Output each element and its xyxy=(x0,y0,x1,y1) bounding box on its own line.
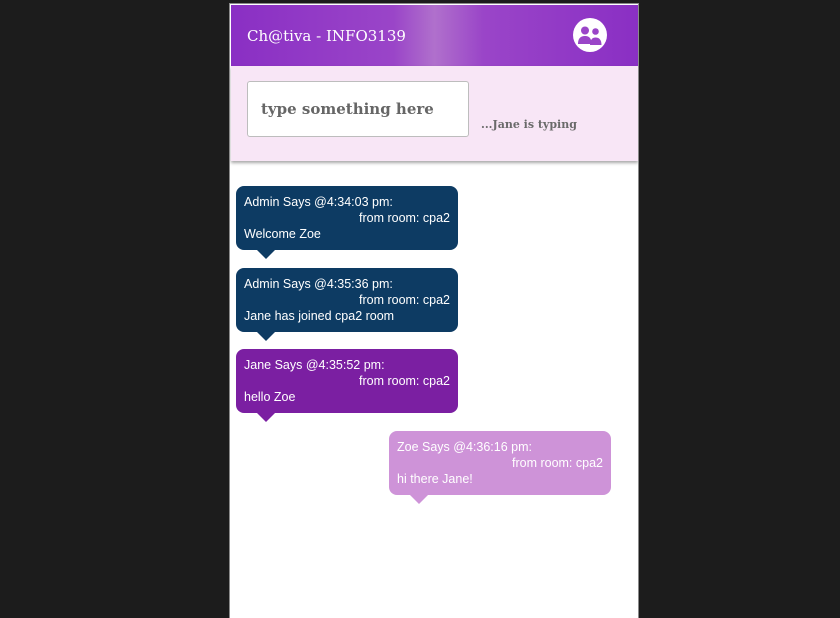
message-room: from room: cpa2 xyxy=(511,456,603,470)
app-title: Ch@tiva - INFO3139 xyxy=(247,27,406,45)
message-room: from room: cpa2 xyxy=(358,293,450,307)
users-icon[interactable] xyxy=(573,18,607,52)
message-text: Jane has joined cpa2 room xyxy=(244,309,395,323)
message-sender: Admin Says @4:34:03 pm: xyxy=(244,195,393,209)
message-sender: Jane Says @4:35:52 pm: xyxy=(244,358,385,372)
message-room: from room: cpa2 xyxy=(358,374,450,388)
message-bubble: Admin Says @4:35:36 pm: from room: cpa2 … xyxy=(236,268,458,341)
composer-panel: ...Jane is typing xyxy=(231,66,638,161)
message-bubble: Jane Says @4:35:52 pm: from room: cpa2 h… xyxy=(236,349,458,422)
message-input[interactable] xyxy=(247,81,469,137)
message-text: hello Zoe xyxy=(244,390,296,404)
typing-indicator: ...Jane is typing xyxy=(481,118,577,131)
message-text: hi there Jane! xyxy=(397,472,473,486)
message-sender: Admin Says @4:35:36 pm: xyxy=(244,277,393,291)
chat-app-frame: Ch@tiva - INFO3139 ...Jane is typing Adm… xyxy=(229,3,639,618)
message-bubble: Zoe Says @4:36:16 pm: from room: cpa2 hi… xyxy=(389,431,611,504)
app-header: Ch@tiva - INFO3139 xyxy=(231,5,638,66)
message-room: from room: cpa2 xyxy=(358,211,450,225)
message-bubble: Admin Says @4:34:03 pm: from room: cpa2 … xyxy=(236,186,458,259)
message-text: Welcome Zoe xyxy=(244,227,321,241)
message-sender: Zoe Says @4:36:16 pm: xyxy=(397,440,532,454)
